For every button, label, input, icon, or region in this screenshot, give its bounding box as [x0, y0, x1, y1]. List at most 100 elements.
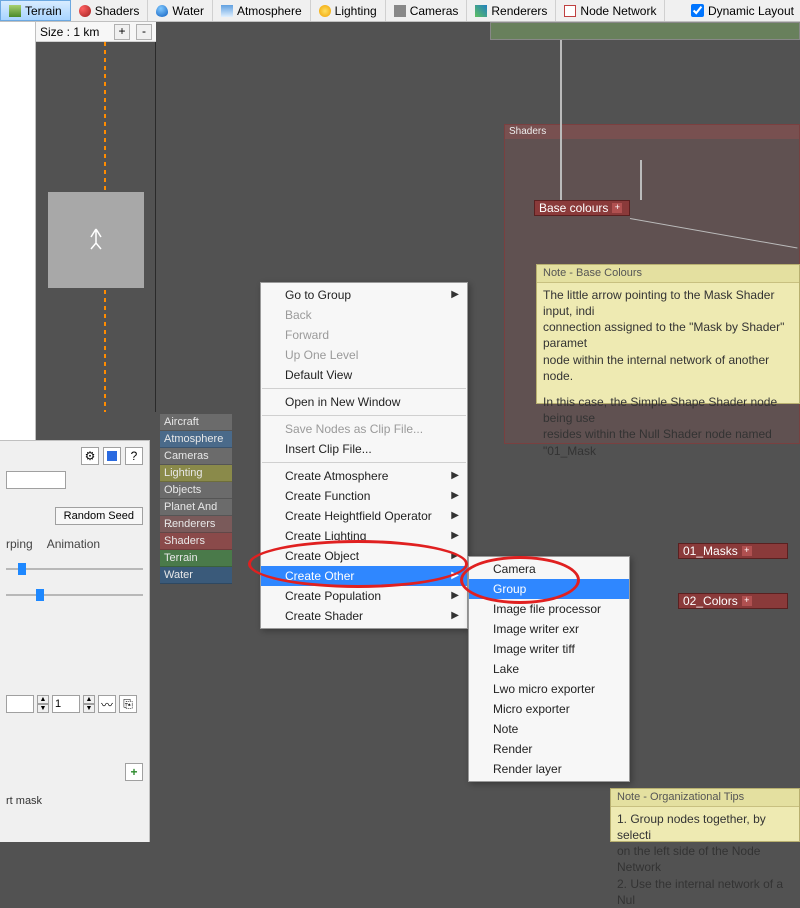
menu-open-new-window[interactable]: Open in New Window: [261, 392, 467, 412]
submenu-group[interactable]: Group: [469, 579, 629, 599]
tab-warping[interactable]: rping: [6, 537, 33, 551]
menu-label: Lwo micro exporter: [493, 682, 595, 696]
menu-label: Image writer tiff: [493, 642, 575, 656]
menu-create-atmosphere[interactable]: Create Atmosphere▶: [261, 466, 467, 486]
submenu-image-writer-tiff[interactable]: Image writer tiff: [469, 639, 629, 659]
submenu-note[interactable]: Note: [469, 719, 629, 739]
plus-icon: +: [130, 765, 137, 779]
zoom-in-button[interactable]: +: [114, 24, 130, 40]
step-up-button[interactable]: ▲: [83, 695, 95, 704]
menu-create-population[interactable]: Create Population▶: [261, 586, 467, 606]
menu-label: Insert Clip File...: [285, 442, 372, 456]
curve-button[interactable]: 〰: [98, 695, 116, 713]
tab-lighting[interactable]: Lighting: [311, 0, 386, 21]
menu-label: Create Function: [285, 489, 370, 503]
node-label: Base colours: [539, 201, 608, 215]
menu-insert-clip[interactable]: Insert Clip File...: [261, 439, 467, 459]
node-01-masks[interactable]: 01_Masks +: [678, 543, 788, 559]
zoom-out-button[interactable]: -: [136, 24, 152, 40]
menu-label: Image file processor: [493, 602, 601, 616]
settings-button[interactable]: ⚙: [81, 447, 99, 465]
category-terrain[interactable]: Terrain: [160, 550, 232, 567]
slider-2[interactable]: [6, 585, 143, 605]
category-atmosphere[interactable]: Atmosphere: [160, 431, 232, 448]
tab-terrain[interactable]: Terrain: [0, 0, 71, 21]
category-water[interactable]: Water: [160, 567, 232, 584]
tab-cameras[interactable]: Cameras: [386, 0, 468, 21]
submenu-image-file-processor[interactable]: Image file processor: [469, 599, 629, 619]
category-list: Aircraft Atmosphere Cameras Lighting Obj…: [160, 414, 232, 584]
tab-animation[interactable]: Animation: [47, 537, 100, 551]
menu-default-view[interactable]: Default View: [261, 365, 467, 385]
note-org-tips[interactable]: Note - Organizational Tips 1. Group node…: [610, 788, 800, 842]
dynamic-layout-toggle[interactable]: Dynamic Layout: [685, 0, 800, 21]
step-down-button[interactable]: ▼: [83, 704, 95, 713]
stepper-field-b[interactable]: [52, 695, 80, 713]
submenu-micro-exporter[interactable]: Micro exporter: [469, 699, 629, 719]
tab-water[interactable]: Water: [148, 0, 213, 21]
menu-label: Render: [493, 742, 532, 756]
menu-label: Image writer exr: [493, 622, 579, 636]
category-planet[interactable]: Planet And ...: [160, 499, 232, 516]
size-bar: Size : 1 km + -: [36, 22, 156, 42]
menu-create-shader[interactable]: Create Shader▶: [261, 606, 467, 626]
note-header: Note - Organizational Tips: [611, 789, 799, 807]
submenu-image-writer-exr[interactable]: Image writer exr: [469, 619, 629, 639]
category-renderers[interactable]: Renderers: [160, 516, 232, 533]
renderer-icon: [475, 5, 487, 17]
node-base-colours[interactable]: Base colours +: [534, 200, 630, 216]
tab-renderers[interactable]: Renderers: [467, 0, 556, 21]
submenu-render[interactable]: Render: [469, 739, 629, 759]
wire: [560, 40, 562, 200]
menu-label: Go to Group: [285, 288, 351, 302]
dynamic-layout-label: Dynamic Layout: [708, 4, 794, 18]
preview-thumbnail[interactable]: [48, 192, 144, 288]
stepper-row: ▲▼ ▲▼ 〰 ⎘: [6, 695, 143, 713]
add-button[interactable]: +: [125, 763, 143, 781]
context-menu: Go to Group▶ Back Forward Up One Level D…: [260, 282, 468, 629]
note-line: The little arrow pointing to the Mask Sh…: [543, 287, 793, 319]
category-aircraft[interactable]: Aircraft: [160, 414, 232, 431]
dynamic-layout-checkbox[interactable]: [691, 4, 704, 17]
menu-create-object[interactable]: Create Object▶: [261, 546, 467, 566]
submenu-lwo-micro-exporter[interactable]: Lwo micro exporter: [469, 679, 629, 699]
menu-create-lighting[interactable]: Create Lighting▶: [261, 526, 467, 546]
submenu-lake[interactable]: Lake: [469, 659, 629, 679]
random-seed-button[interactable]: Random Seed: [55, 507, 143, 525]
tab-label: Lighting: [335, 4, 377, 18]
slider-track: [6, 594, 143, 596]
submenu-camera[interactable]: Camera: [469, 559, 629, 579]
menu-label: Create Lighting: [285, 529, 366, 543]
attach-button[interactable]: ⎘: [119, 695, 137, 713]
help-button[interactable]: ?: [125, 447, 143, 465]
stepper-field-a[interactable]: [6, 695, 34, 713]
menu-create-heightfield[interactable]: Create Heightfield Operator▶: [261, 506, 467, 526]
step-up-button[interactable]: ▲: [37, 695, 49, 704]
note-base-colours[interactable]: Note - Base Colours The little arrow poi…: [536, 264, 800, 404]
slider-thumb[interactable]: [18, 563, 26, 575]
slider-1[interactable]: [6, 559, 143, 579]
menu-save-clip: Save Nodes as Clip File...: [261, 419, 467, 439]
menu-create-function[interactable]: Create Function▶: [261, 486, 467, 506]
prop-tabs: rping Animation: [6, 537, 143, 551]
name-field[interactable]: [6, 471, 66, 489]
category-objects[interactable]: Objects: [160, 482, 232, 499]
node-02-colors[interactable]: 02_Colors +: [678, 593, 788, 609]
preview-button[interactable]: [103, 447, 121, 465]
node-expand-icon[interactable]: +: [742, 546, 752, 556]
category-cameras[interactable]: Cameras: [160, 448, 232, 465]
node-expand-icon[interactable]: +: [612, 203, 622, 213]
slider-thumb[interactable]: [36, 589, 44, 601]
submenu-render-layer[interactable]: Render layer: [469, 759, 629, 779]
node-expand-icon[interactable]: +: [742, 596, 752, 606]
menu-create-other[interactable]: Create Other▶: [261, 566, 467, 586]
category-lighting[interactable]: Lighting: [160, 465, 232, 482]
note-line: connection assigned to the "Mask by Shad…: [543, 319, 793, 351]
tab-shaders[interactable]: Shaders: [71, 0, 149, 21]
tab-atmosphere[interactable]: Atmosphere: [213, 0, 311, 21]
category-shaders[interactable]: Shaders: [160, 533, 232, 550]
preview-column: [36, 42, 156, 412]
step-down-button[interactable]: ▼: [37, 704, 49, 713]
tab-node-network[interactable]: Node Network: [556, 0, 665, 21]
menu-go-to-group[interactable]: Go to Group▶: [261, 285, 467, 305]
